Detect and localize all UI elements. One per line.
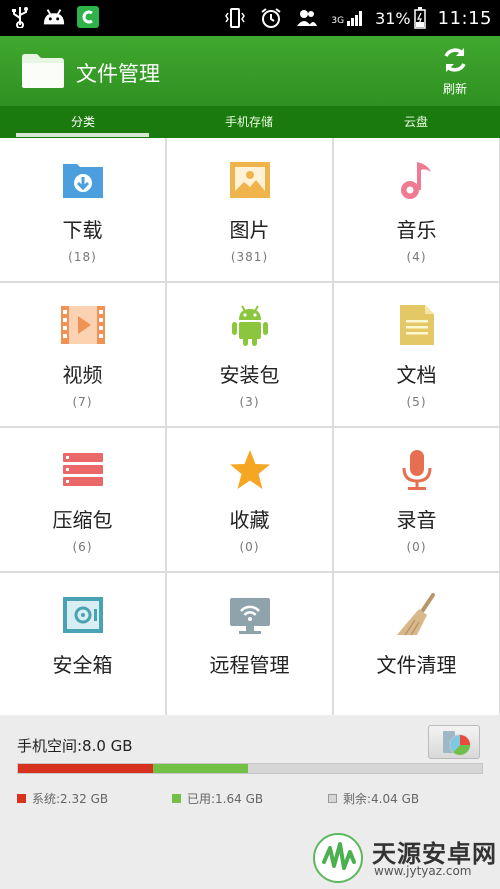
document-icon	[395, 303, 439, 347]
usb-icon	[8, 6, 32, 28]
category-count: (5)	[406, 395, 427, 409]
category-name: 文件清理	[376, 653, 457, 677]
category-count: (4)	[406, 250, 427, 264]
network-type: 3G	[331, 16, 345, 26]
legend-swatch-system	[17, 794, 26, 803]
storage-usage-bar	[17, 763, 483, 774]
category-images[interactable]: 图片 (381)	[167, 138, 332, 281]
category-count: (381)	[230, 250, 269, 264]
phone-storage-label: 手机空间:8.0 GB	[17, 737, 133, 755]
category-count: (0)	[239, 540, 260, 554]
category-name: 安装包	[219, 363, 280, 387]
clock: 11:15	[437, 7, 492, 29]
watermark-logo	[310, 832, 366, 888]
category-name: 录音	[396, 508, 437, 532]
category-count: (7)	[72, 395, 93, 409]
app-title: 文件管理	[76, 62, 160, 86]
category-name: 压缩包	[52, 508, 113, 532]
category-remote-management[interactable]: 远程管理	[167, 573, 332, 716]
legend-system: 系统:2.32 GB	[17, 790, 108, 807]
category-download[interactable]: 下载 (18)	[0, 138, 165, 281]
battery-icon	[413, 7, 426, 29]
category-name: 下载	[62, 218, 103, 242]
android-icon	[228, 303, 272, 347]
refresh-label: 刷新	[442, 82, 467, 96]
legend-free: 剩余:4.04 GB	[328, 790, 419, 807]
category-name: 视频	[62, 363, 103, 387]
tab-phone-storage[interactable]: 手机存储	[166, 106, 332, 138]
tab-bar: 分类 手机存储 云盘	[0, 106, 500, 138]
refresh-button[interactable]: 刷新	[428, 46, 482, 100]
category-music[interactable]: 音乐 (4)	[334, 138, 499, 281]
signal-icon: 3G	[331, 10, 363, 26]
watermark-url: www.jytyaz.com	[374, 864, 472, 878]
image-icon	[228, 158, 272, 202]
category-count: (3)	[239, 395, 260, 409]
category-name: 音乐	[396, 218, 437, 242]
category-archives[interactable]: 压缩包 (6)	[0, 428, 165, 571]
broom-icon	[395, 593, 439, 637]
legend-swatch-free	[328, 794, 337, 803]
tab-indicator	[16, 133, 149, 137]
microphone-icon	[395, 448, 439, 492]
music-note-icon	[395, 158, 439, 202]
archive-icon	[61, 448, 105, 492]
android-robot-icon	[42, 6, 66, 28]
video-icon	[60, 303, 105, 347]
legend-label-free: 剩余:4.04 GB	[343, 792, 420, 806]
download-folder-icon	[61, 158, 105, 202]
folder-icon	[22, 53, 64, 89]
category-video[interactable]: 视频 (7)	[0, 283, 165, 426]
safe-icon	[61, 593, 105, 637]
remote-monitor-icon	[228, 593, 272, 637]
category-name: 文档	[396, 363, 437, 387]
legend-used: 已用:1.64 GB	[172, 790, 263, 807]
app-notification-icon	[76, 6, 100, 28]
vibrate-icon	[223, 7, 247, 29]
category-file-cleanup[interactable]: 文件清理	[334, 573, 499, 716]
legend-label-system: 系统:2.32 GB	[32, 792, 109, 806]
category-count: (6)	[72, 540, 93, 554]
category-count: (18)	[68, 250, 97, 264]
category-name: 安全箱	[52, 653, 113, 677]
category-name: 图片	[229, 218, 270, 242]
category-name: 收藏	[229, 508, 270, 532]
pie-chart-icon	[441, 729, 471, 761]
category-favorites[interactable]: 收藏 (0)	[167, 428, 332, 571]
refresh-icon	[441, 46, 469, 78]
storage-segment-used	[152, 764, 248, 773]
category-count: (0)	[406, 540, 427, 554]
alarm-icon	[259, 7, 283, 29]
storage-chart-button[interactable]	[428, 725, 480, 759]
legend-swatch-used	[172, 794, 181, 803]
contacts-icon	[295, 7, 319, 29]
category-recordings[interactable]: 录音 (0)	[334, 428, 499, 571]
category-safe-box[interactable]: 安全箱	[0, 573, 165, 716]
star-icon	[228, 448, 272, 492]
category-apk[interactable]: 安装包 (3)	[167, 283, 332, 426]
category-grid: 下载 (18) 图片 (381) 音乐 (4) 视频 (7) 安装包 (3) 文…	[0, 138, 500, 716]
status-bar: 3G 31% 11:15	[0, 0, 500, 36]
watermark: 天源安卓网 www.jytyaz.com	[308, 830, 498, 886]
storage-segment-system	[18, 764, 153, 773]
tab-cloud-disk[interactable]: 云盘	[333, 106, 499, 138]
battery-percent: 31%	[375, 8, 411, 28]
legend-label-used: 已用:1.64 GB	[187, 792, 264, 806]
category-name: 远程管理	[209, 653, 290, 677]
category-documents[interactable]: 文档 (5)	[334, 283, 499, 426]
app-bar: 文件管理 刷新	[0, 36, 500, 106]
